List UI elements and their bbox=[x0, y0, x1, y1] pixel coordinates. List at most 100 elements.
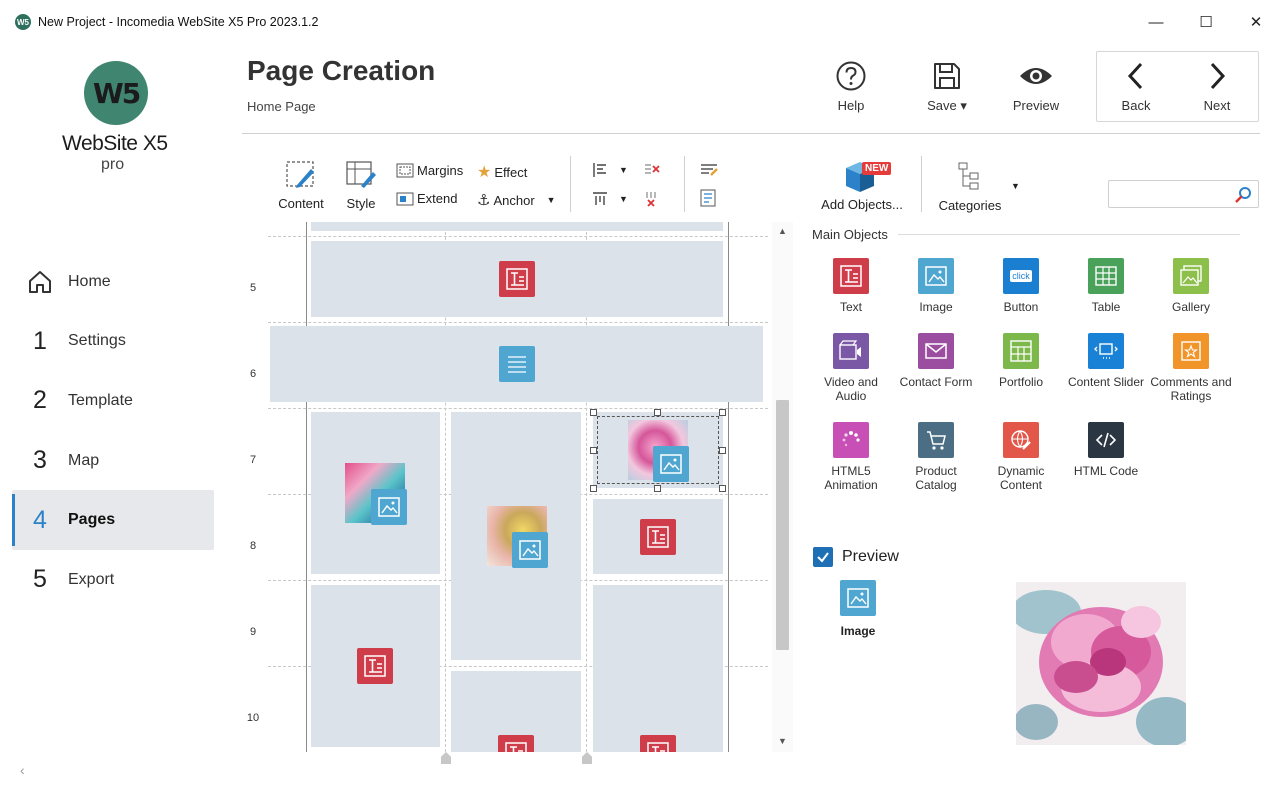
nav-item-export[interactable]: 5 Export bbox=[12, 550, 214, 610]
row-number: 6 bbox=[249, 368, 257, 380]
categories-button[interactable]: Categories bbox=[936, 160, 1004, 213]
nav-item-settings[interactable]: 1 Settings bbox=[12, 312, 214, 372]
preview-checkbox-label[interactable]: Preview bbox=[842, 548, 899, 566]
object-table[interactable]: Table bbox=[1063, 258, 1149, 314]
help-icon bbox=[816, 58, 886, 94]
resize-handle[interactable] bbox=[590, 409, 597, 416]
delete-column-button[interactable] bbox=[643, 161, 661, 179]
layout-cell[interactable] bbox=[593, 585, 723, 752]
object-image[interactable]: Image bbox=[893, 258, 979, 314]
save-button[interactable]: Save ▾ bbox=[912, 58, 982, 114]
canvas-scrollbar[interactable]: ▲ ▼ bbox=[772, 222, 793, 752]
nav-item-label: Pages bbox=[68, 511, 116, 529]
style-button[interactable]: Style bbox=[340, 160, 382, 211]
resize-handle[interactable] bbox=[654, 485, 661, 492]
page-edge-left bbox=[306, 222, 307, 752]
scroll-up-icon[interactable]: ▲ bbox=[778, 226, 787, 236]
object-content-slider[interactable]: Content Slider bbox=[1063, 333, 1149, 389]
save-icon bbox=[912, 58, 982, 94]
scroll-down-icon[interactable]: ▼ bbox=[778, 736, 787, 746]
resize-handle[interactable] bbox=[719, 485, 726, 492]
effect-button[interactable]: ★ Effect bbox=[477, 162, 527, 182]
search-input[interactable] bbox=[1108, 180, 1259, 208]
nav-item-template[interactable]: 2 Template bbox=[12, 371, 214, 431]
object-product-catalog[interactable]: Product Catalog bbox=[893, 422, 979, 492]
extend-button[interactable]: Extend bbox=[396, 191, 457, 206]
nav-item-label: Settings bbox=[68, 332, 126, 350]
object-video-audio[interactable]: Video and Audio bbox=[808, 333, 894, 403]
add-objects-button[interactable]: NEW Add Objects... bbox=[818, 158, 906, 212]
delete-row-button[interactable] bbox=[643, 190, 661, 208]
preview-checkbox[interactable] bbox=[813, 547, 833, 567]
layout-cell[interactable] bbox=[593, 499, 723, 574]
object-button[interactable]: click Button bbox=[978, 258, 1064, 314]
search-icon[interactable] bbox=[1234, 186, 1252, 204]
maximize-button[interactable]: ☐ bbox=[1186, 8, 1226, 36]
align-top-button[interactable]: ▼ bbox=[591, 190, 628, 208]
minimize-button[interactable]: — bbox=[1136, 8, 1176, 36]
preview-selected-object: Image bbox=[838, 580, 878, 638]
object-html5-animation[interactable]: HTML5 Animation bbox=[808, 422, 894, 492]
anchor-dropdown-icon[interactable]: ▼ bbox=[547, 195, 556, 205]
nav-item-home[interactable]: Home bbox=[12, 252, 214, 312]
nav-item-map[interactable]: 3 Map bbox=[12, 431, 214, 491]
close-button[interactable]: ✕ bbox=[1236, 8, 1276, 36]
layout-cell[interactable] bbox=[311, 412, 440, 574]
object-label: Gallery bbox=[1171, 300, 1210, 314]
object-contact-form[interactable]: Contact Form bbox=[893, 333, 979, 389]
column-marker[interactable] bbox=[441, 752, 451, 764]
margins-button[interactable]: Margins bbox=[396, 162, 463, 178]
back-button[interactable]: Back bbox=[1101, 58, 1171, 113]
layout-cell[interactable] bbox=[451, 412, 581, 660]
object-portfolio[interactable]: Portfolio bbox=[978, 333, 1064, 389]
column-marker[interactable] bbox=[582, 752, 592, 764]
chevron-left-icon[interactable]: ‹ bbox=[20, 762, 25, 778]
anchor-button[interactable]: ⚓ Anchor ▼ bbox=[477, 191, 556, 209]
nav-item-label: Export bbox=[68, 570, 115, 588]
text-object-icon bbox=[498, 735, 534, 752]
object-comments-ratings[interactable]: Comments and Ratings bbox=[1148, 333, 1234, 403]
toolbar-separator bbox=[570, 156, 571, 212]
nav-item-number: 1 bbox=[33, 326, 47, 355]
layout-cell[interactable] bbox=[311, 222, 723, 231]
object-dynamic-content[interactable]: Dynamic Content bbox=[978, 422, 1064, 492]
resize-handle[interactable] bbox=[590, 447, 597, 454]
align-dropdown-icon[interactable]: ▼ bbox=[619, 165, 628, 175]
categories-dropdown-icon[interactable]: ▼ bbox=[1011, 181, 1020, 191]
page-properties-button[interactable] bbox=[699, 189, 719, 207]
scrollbar-thumb[interactable] bbox=[776, 400, 789, 650]
resize-handle[interactable] bbox=[590, 485, 597, 492]
content-edit-icon bbox=[286, 161, 314, 188]
step-navigation: Home 1 Settings 2 Template 3 Map 4 Pages… bbox=[12, 252, 214, 610]
nav-item-label: Home bbox=[68, 272, 111, 290]
object-html-code[interactable]: HTML Code bbox=[1063, 422, 1149, 478]
help-button[interactable]: Help bbox=[816, 58, 886, 113]
extend-icon bbox=[396, 192, 414, 205]
layout-cell[interactable] bbox=[311, 585, 440, 747]
nav-item-pages[interactable]: 4 Pages bbox=[12, 490, 214, 550]
align-left-button[interactable]: ▼ bbox=[591, 161, 628, 179]
page-layout-canvas[interactable]: 5 6 7 8 9 10 bbox=[238, 222, 793, 752]
page-edge-right bbox=[728, 222, 729, 752]
layout-cell[interactable] bbox=[451, 671, 581, 752]
layout-cell-fullwidth[interactable] bbox=[270, 326, 763, 402]
categories-tree-icon bbox=[958, 162, 979, 190]
resize-handle[interactable] bbox=[719, 409, 726, 416]
object-gallery[interactable]: Gallery bbox=[1148, 258, 1234, 314]
button-icon: click bbox=[1003, 258, 1039, 294]
object-label: Image bbox=[919, 300, 953, 314]
resize-handle[interactable] bbox=[654, 409, 661, 416]
format-painter-button[interactable] bbox=[699, 161, 719, 179]
layout-cell[interactable] bbox=[311, 241, 723, 317]
object-text[interactable]: Text bbox=[808, 258, 894, 314]
content-button[interactable]: Content bbox=[273, 160, 329, 211]
layout-cell-selected[interactable] bbox=[593, 412, 723, 488]
align-top-dropdown-icon[interactable]: ▼ bbox=[619, 194, 628, 204]
row-number: 10 bbox=[246, 712, 260, 724]
preview-button[interactable]: Preview bbox=[1001, 58, 1071, 113]
next-button[interactable]: Next bbox=[1182, 58, 1252, 113]
resize-handle[interactable] bbox=[719, 447, 726, 454]
nav-item-label: Template bbox=[68, 391, 133, 409]
header-divider bbox=[242, 133, 1260, 134]
row-guide bbox=[268, 408, 768, 409]
